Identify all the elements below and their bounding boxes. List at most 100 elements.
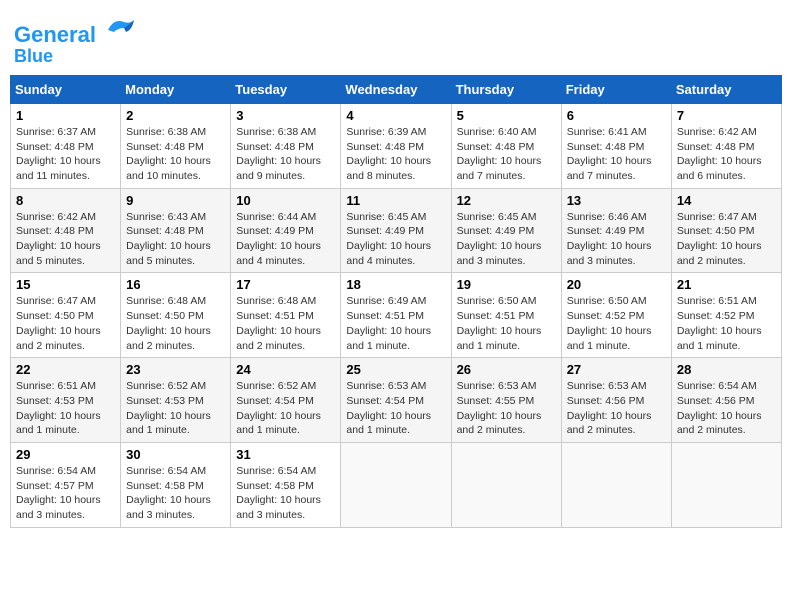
calendar-cell: 26 Sunrise: 6:53 AM Sunset: 4:55 PM Dayl… — [451, 358, 561, 443]
calendar-cell: 11 Sunrise: 6:45 AM Sunset: 4:49 PM Dayl… — [341, 188, 451, 273]
calendar-cell: 6 Sunrise: 6:41 AM Sunset: 4:48 PM Dayli… — [561, 103, 671, 188]
day-number: 9 — [126, 193, 225, 208]
calendar-day-header: Friday — [561, 75, 671, 103]
logo-blue: Blue — [14, 47, 136, 67]
calendar-cell: 17 Sunrise: 6:48 AM Sunset: 4:51 PM Dayl… — [231, 273, 341, 358]
calendar-day-header: Wednesday — [341, 75, 451, 103]
day-number: 11 — [346, 193, 445, 208]
day-number: 24 — [236, 362, 335, 377]
day-number: 26 — [457, 362, 556, 377]
day-info: Sunrise: 6:47 AM Sunset: 4:50 PM Dayligh… — [677, 210, 776, 269]
day-number: 5 — [457, 108, 556, 123]
day-number: 20 — [567, 277, 666, 292]
day-info: Sunrise: 6:37 AM Sunset: 4:48 PM Dayligh… — [16, 125, 115, 184]
calendar-cell: 19 Sunrise: 6:50 AM Sunset: 4:51 PM Dayl… — [451, 273, 561, 358]
calendar-cell: 12 Sunrise: 6:45 AM Sunset: 4:49 PM Dayl… — [451, 188, 561, 273]
day-number: 31 — [236, 447, 335, 462]
calendar-cell — [451, 442, 561, 527]
day-info: Sunrise: 6:54 AM Sunset: 4:58 PM Dayligh… — [126, 464, 225, 523]
page-header: General Blue — [10, 10, 782, 67]
day-info: Sunrise: 6:51 AM Sunset: 4:53 PM Dayligh… — [16, 379, 115, 438]
calendar-cell: 30 Sunrise: 6:54 AM Sunset: 4:58 PM Dayl… — [121, 442, 231, 527]
day-number: 16 — [126, 277, 225, 292]
calendar-week-row: 22 Sunrise: 6:51 AM Sunset: 4:53 PM Dayl… — [11, 358, 782, 443]
day-info: Sunrise: 6:53 AM Sunset: 4:54 PM Dayligh… — [346, 379, 445, 438]
logo-general: General — [14, 22, 96, 47]
calendar-cell: 20 Sunrise: 6:50 AM Sunset: 4:52 PM Dayl… — [561, 273, 671, 358]
day-number: 29 — [16, 447, 115, 462]
calendar-week-row: 8 Sunrise: 6:42 AM Sunset: 4:48 PM Dayli… — [11, 188, 782, 273]
calendar-week-row: 15 Sunrise: 6:47 AM Sunset: 4:50 PM Dayl… — [11, 273, 782, 358]
day-number: 17 — [236, 277, 335, 292]
day-info: Sunrise: 6:53 AM Sunset: 4:56 PM Dayligh… — [567, 379, 666, 438]
calendar-cell: 31 Sunrise: 6:54 AM Sunset: 4:58 PM Dayl… — [231, 442, 341, 527]
day-info: Sunrise: 6:48 AM Sunset: 4:50 PM Dayligh… — [126, 294, 225, 353]
calendar-table: SundayMondayTuesdayWednesdayThursdayFrid… — [10, 75, 782, 528]
calendar-cell: 10 Sunrise: 6:44 AM Sunset: 4:49 PM Dayl… — [231, 188, 341, 273]
day-number: 19 — [457, 277, 556, 292]
day-info: Sunrise: 6:52 AM Sunset: 4:54 PM Dayligh… — [236, 379, 335, 438]
calendar-cell: 9 Sunrise: 6:43 AM Sunset: 4:48 PM Dayli… — [121, 188, 231, 273]
day-info: Sunrise: 6:53 AM Sunset: 4:55 PM Dayligh… — [457, 379, 556, 438]
calendar-day-header: Thursday — [451, 75, 561, 103]
calendar-week-row: 1 Sunrise: 6:37 AM Sunset: 4:48 PM Dayli… — [11, 103, 782, 188]
calendar-day-header: Saturday — [671, 75, 781, 103]
day-number: 7 — [677, 108, 776, 123]
calendar-day-header: Monday — [121, 75, 231, 103]
day-number: 28 — [677, 362, 776, 377]
day-number: 30 — [126, 447, 225, 462]
day-number: 27 — [567, 362, 666, 377]
calendar-cell: 7 Sunrise: 6:42 AM Sunset: 4:48 PM Dayli… — [671, 103, 781, 188]
day-number: 14 — [677, 193, 776, 208]
calendar-week-row: 29 Sunrise: 6:54 AM Sunset: 4:57 PM Dayl… — [11, 442, 782, 527]
calendar-cell: 8 Sunrise: 6:42 AM Sunset: 4:48 PM Dayli… — [11, 188, 121, 273]
calendar-cell: 27 Sunrise: 6:53 AM Sunset: 4:56 PM Dayl… — [561, 358, 671, 443]
day-info: Sunrise: 6:45 AM Sunset: 4:49 PM Dayligh… — [457, 210, 556, 269]
calendar-cell — [341, 442, 451, 527]
day-info: Sunrise: 6:50 AM Sunset: 4:52 PM Dayligh… — [567, 294, 666, 353]
calendar-cell: 24 Sunrise: 6:52 AM Sunset: 4:54 PM Dayl… — [231, 358, 341, 443]
calendar-cell: 21 Sunrise: 6:51 AM Sunset: 4:52 PM Dayl… — [671, 273, 781, 358]
calendar-cell: 1 Sunrise: 6:37 AM Sunset: 4:48 PM Dayli… — [11, 103, 121, 188]
day-info: Sunrise: 6:45 AM Sunset: 4:49 PM Dayligh… — [346, 210, 445, 269]
calendar-cell: 23 Sunrise: 6:52 AM Sunset: 4:53 PM Dayl… — [121, 358, 231, 443]
day-number: 8 — [16, 193, 115, 208]
logo: General Blue — [14, 10, 136, 67]
calendar-cell: 22 Sunrise: 6:51 AM Sunset: 4:53 PM Dayl… — [11, 358, 121, 443]
day-info: Sunrise: 6:38 AM Sunset: 4:48 PM Dayligh… — [126, 125, 225, 184]
day-info: Sunrise: 6:48 AM Sunset: 4:51 PM Dayligh… — [236, 294, 335, 353]
calendar-day-header: Tuesday — [231, 75, 341, 103]
day-info: Sunrise: 6:54 AM Sunset: 4:57 PM Dayligh… — [16, 464, 115, 523]
day-info: Sunrise: 6:49 AM Sunset: 4:51 PM Dayligh… — [346, 294, 445, 353]
day-number: 3 — [236, 108, 335, 123]
calendar-cell: 5 Sunrise: 6:40 AM Sunset: 4:48 PM Dayli… — [451, 103, 561, 188]
calendar-header-row: SundayMondayTuesdayWednesdayThursdayFrid… — [11, 75, 782, 103]
day-number: 10 — [236, 193, 335, 208]
day-number: 12 — [457, 193, 556, 208]
day-info: Sunrise: 6:42 AM Sunset: 4:48 PM Dayligh… — [677, 125, 776, 184]
calendar-cell: 15 Sunrise: 6:47 AM Sunset: 4:50 PM Dayl… — [11, 273, 121, 358]
day-number: 13 — [567, 193, 666, 208]
day-info: Sunrise: 6:41 AM Sunset: 4:48 PM Dayligh… — [567, 125, 666, 184]
calendar-cell: 25 Sunrise: 6:53 AM Sunset: 4:54 PM Dayl… — [341, 358, 451, 443]
day-info: Sunrise: 6:50 AM Sunset: 4:51 PM Dayligh… — [457, 294, 556, 353]
calendar-cell: 13 Sunrise: 6:46 AM Sunset: 4:49 PM Dayl… — [561, 188, 671, 273]
calendar-cell: 2 Sunrise: 6:38 AM Sunset: 4:48 PM Dayli… — [121, 103, 231, 188]
calendar-cell: 29 Sunrise: 6:54 AM Sunset: 4:57 PM Dayl… — [11, 442, 121, 527]
day-info: Sunrise: 6:52 AM Sunset: 4:53 PM Dayligh… — [126, 379, 225, 438]
day-number: 2 — [126, 108, 225, 123]
day-number: 21 — [677, 277, 776, 292]
day-number: 23 — [126, 362, 225, 377]
day-info: Sunrise: 6:51 AM Sunset: 4:52 PM Dayligh… — [677, 294, 776, 353]
day-info: Sunrise: 6:40 AM Sunset: 4:48 PM Dayligh… — [457, 125, 556, 184]
day-info: Sunrise: 6:46 AM Sunset: 4:49 PM Dayligh… — [567, 210, 666, 269]
calendar-cell: 28 Sunrise: 6:54 AM Sunset: 4:56 PM Dayl… — [671, 358, 781, 443]
day-number: 18 — [346, 277, 445, 292]
day-info: Sunrise: 6:54 AM Sunset: 4:56 PM Dayligh… — [677, 379, 776, 438]
day-number: 4 — [346, 108, 445, 123]
logo-bird-icon — [104, 10, 136, 42]
day-info: Sunrise: 6:38 AM Sunset: 4:48 PM Dayligh… — [236, 125, 335, 184]
calendar-cell — [561, 442, 671, 527]
calendar-cell: 16 Sunrise: 6:48 AM Sunset: 4:50 PM Dayl… — [121, 273, 231, 358]
calendar-cell: 14 Sunrise: 6:47 AM Sunset: 4:50 PM Dayl… — [671, 188, 781, 273]
